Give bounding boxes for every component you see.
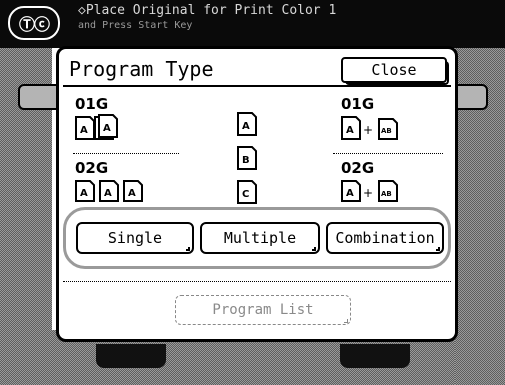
single-bottom-label: 02G [75, 159, 109, 177]
svg-text:B: B [242, 155, 250, 166]
riso-logo: Ⓣⓒ [8, 6, 60, 40]
program-list-button[interactable]: Program List [175, 295, 351, 325]
corner-mark-icon [312, 247, 316, 251]
corner-mark-icon [436, 247, 440, 251]
multiple-originals-icon: A B C [237, 112, 257, 204]
dialog-title: Program Type [69, 57, 214, 81]
multiple-button-label: Multiple [223, 229, 297, 247]
corner-mark-icon [344, 319, 348, 323]
combination-top-label: 01G [341, 95, 375, 113]
single-button[interactable]: Single [76, 222, 194, 254]
background-button-right [340, 344, 410, 368]
program-type-dialog: Program Type Close 01G A A 02G A A A A B… [56, 46, 458, 342]
combination-button-label: Combination [335, 229, 435, 247]
corner-mark-icon [186, 247, 190, 251]
combination-button[interactable]: Combination [326, 222, 444, 254]
svg-text:AB: AB [381, 190, 392, 198]
svg-text:+: + [363, 186, 373, 200]
svg-text:A: A [103, 123, 111, 134]
status-message-line1: ◇Place Original for Print Color 1 [78, 3, 337, 18]
single-02g-pages-icon: A A A [75, 180, 143, 202]
background-button-left [96, 344, 166, 368]
single-top-label: 01G [75, 95, 109, 113]
program-type-selector: Single Multiple Combination [63, 207, 451, 269]
svg-text:+: + [363, 123, 373, 137]
single-divider [73, 153, 179, 154]
screen: Ⓣⓒ ◇Place Original for Print Color 1 and… [0, 0, 505, 385]
svg-text:A: A [104, 188, 112, 199]
status-message: ◇Place Original for Print Color 1 and Pr… [78, 3, 336, 33]
title-divider [63, 85, 451, 87]
program-list-label: Program List [212, 302, 314, 318]
combination-divider [333, 153, 443, 154]
single-01g-pages-icon: A A [75, 114, 118, 140]
single-button-label: Single [107, 229, 163, 247]
bottom-divider [63, 281, 451, 282]
svg-text:A: A [80, 125, 88, 136]
svg-text:A: A [346, 125, 354, 136]
svg-text:A: A [346, 188, 354, 199]
multiple-button[interactable]: Multiple [200, 222, 320, 254]
svg-text:A: A [80, 188, 88, 199]
status-message-line2: and Press Start Key [78, 20, 193, 31]
svg-text:A: A [242, 121, 250, 132]
svg-text:C: C [242, 189, 249, 200]
close-button[interactable]: Close [341, 57, 449, 85]
svg-text:A: A [128, 188, 136, 199]
combination-01g-pages-icon: A + AB [341, 116, 398, 140]
combination-02g-pages-icon: A + AB [341, 180, 398, 202]
combination-bottom-label: 02G [341, 159, 375, 177]
svg-text:AB: AB [381, 127, 392, 135]
